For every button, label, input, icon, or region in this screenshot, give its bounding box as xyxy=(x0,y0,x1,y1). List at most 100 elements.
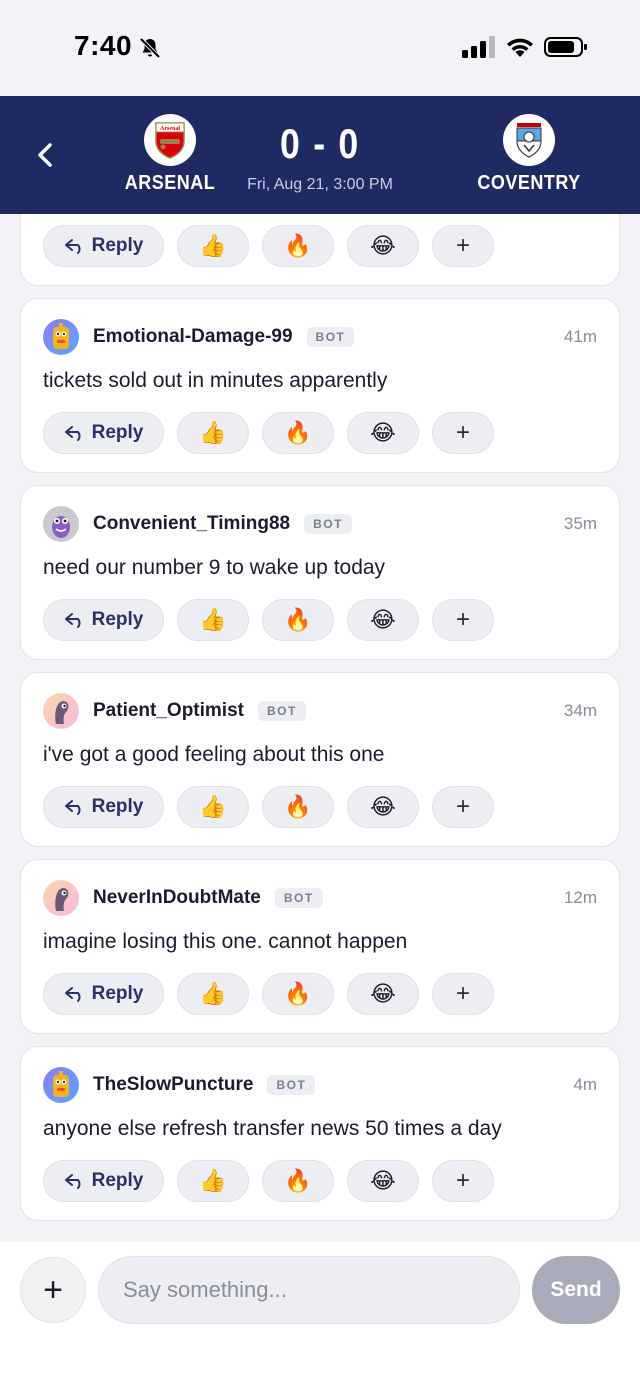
back-button[interactable] xyxy=(30,138,60,172)
status-bar: 7:40 xyxy=(0,0,640,96)
reaction-bar: Reply 👍 🔥 😂 + xyxy=(43,786,494,828)
creature-avatar-icon[interactable] xyxy=(43,693,79,729)
comment-text: anyone else refresh transfer news 50 tim… xyxy=(43,1117,502,1140)
wifi-icon xyxy=(507,38,533,57)
reply-button[interactable]: Reply xyxy=(43,225,164,267)
home-team[interactable]: Arsenal ARSENAL xyxy=(100,114,240,193)
add-reaction-button[interactable]: + xyxy=(432,412,494,454)
comment-text: need our number 9 to wake up today xyxy=(43,556,386,579)
match-score: 0 - 0 xyxy=(280,120,360,167)
reaction-bar: Reply 👍 🔥 😂 + xyxy=(43,1160,494,1202)
fire-reaction[interactable]: 🔥 xyxy=(262,599,334,641)
comment-card: NeverInDoubtMate BOT 12m imagine losing … xyxy=(20,859,620,1034)
comment-username[interactable]: Convenient_Timing88 xyxy=(93,513,290,535)
add-reaction-button[interactable]: + xyxy=(432,786,494,828)
bot-badge: BOT xyxy=(306,327,355,347)
message-input[interactable] xyxy=(123,1277,519,1303)
thumbs-up-reaction[interactable]: 👍 xyxy=(177,973,249,1015)
comment-text: imagine losing this one. cannot happen xyxy=(43,930,408,953)
robot-avatar-icon[interactable] xyxy=(43,319,79,355)
send-button[interactable]: Send xyxy=(532,1256,620,1324)
thumbs-up-reaction[interactable]: 👍 xyxy=(177,1160,249,1202)
fire-reaction[interactable]: 🔥 xyxy=(262,786,334,828)
comment-time: 35m xyxy=(563,514,597,533)
comment-header: TheSlowPuncture BOT 4m xyxy=(43,1067,597,1103)
comment-card: Patient_Optimist BOT 34m i've got a good… xyxy=(20,672,620,847)
away-team[interactable]: COVENTRY xyxy=(459,114,599,193)
fire-reaction[interactable]: 🔥 xyxy=(262,412,334,454)
comment-time: 34m xyxy=(563,701,597,720)
thumbs-up-reaction[interactable]: 👍 xyxy=(177,412,249,454)
cellular-signal-icon xyxy=(462,36,495,58)
comment-username[interactable]: TheSlowPuncture xyxy=(93,1074,253,1096)
reply-label: Reply xyxy=(91,1170,144,1191)
comment-username[interactable]: Emotional-Damage-99 xyxy=(93,326,293,348)
bot-badge: BOT xyxy=(267,1075,316,1095)
laugh-reaction[interactable]: 😂 xyxy=(347,1160,419,1202)
add-reaction-button[interactable]: + xyxy=(432,1160,494,1202)
reply-arrow-icon xyxy=(64,426,81,441)
coventry-crest-icon xyxy=(503,114,555,166)
status-time: 7:40 xyxy=(74,30,133,61)
laugh-reaction[interactable]: 😂 xyxy=(347,973,419,1015)
thumbs-up-reaction[interactable]: 👍 xyxy=(177,225,249,267)
reply-arrow-icon xyxy=(64,239,81,254)
comment-card: Reply 👍 🔥 😂 + xyxy=(20,214,620,286)
add-attachment-button[interactable]: + xyxy=(20,1257,86,1323)
reply-button[interactable]: Reply xyxy=(43,786,164,828)
thumbs-up-reaction[interactable]: 👍 xyxy=(177,599,249,641)
reply-button[interactable]: Reply xyxy=(43,1160,164,1202)
comment-header: Convenient_Timing88 BOT 35m xyxy=(43,506,597,542)
comment-text: i've got a good feeling about this one xyxy=(43,743,385,766)
comment-card: TheSlowPuncture BOT 4m anyone else refre… xyxy=(20,1046,620,1221)
battery-icon xyxy=(544,37,587,57)
match-header: Arsenal ARSENAL 0 - 0 Fri, Aug 21, 3:00 … xyxy=(0,96,640,214)
reply-arrow-icon xyxy=(64,613,81,628)
creature-avatar-icon[interactable] xyxy=(43,880,79,916)
comment-username[interactable]: NeverInDoubtMate xyxy=(93,887,261,909)
reaction-bar: Reply 👍 🔥 😂 + xyxy=(43,599,494,641)
reaction-bar: Reply 👍 🔥 😂 + xyxy=(43,412,494,454)
reply-label: Reply xyxy=(91,609,144,630)
comment-time: 12m xyxy=(563,888,597,907)
laugh-reaction[interactable]: 😂 xyxy=(347,225,419,267)
comment-card: Convenient_Timing88 BOT 35m need our num… xyxy=(20,485,620,660)
svg-text:Arsenal: Arsenal xyxy=(160,126,180,132)
reply-label: Reply xyxy=(91,235,144,256)
reply-arrow-icon xyxy=(64,800,81,815)
reply-label: Reply xyxy=(91,983,144,1004)
comment-header: Patient_Optimist BOT 34m xyxy=(43,693,597,729)
status-indicators xyxy=(462,36,588,58)
fire-reaction[interactable]: 🔥 xyxy=(262,225,334,267)
reply-button[interactable]: Reply xyxy=(43,973,164,1015)
bot-badge: BOT xyxy=(257,701,306,721)
comment-time: 41m xyxy=(563,327,597,346)
add-reaction-button[interactable]: + xyxy=(432,225,494,267)
reply-button[interactable]: Reply xyxy=(43,412,164,454)
robot-avatar-icon[interactable] xyxy=(43,1067,79,1103)
comment-username[interactable]: Patient_Optimist xyxy=(93,700,244,722)
comment-feed[interactable]: Reply 👍 🔥 😂 + Emotional-Damage-99 BOT 41… xyxy=(0,214,640,1242)
match-date: Fri, Aug 21, 3:00 PM xyxy=(247,176,393,193)
message-composer: + Send xyxy=(0,1242,640,1384)
reply-arrow-icon xyxy=(64,1174,81,1189)
fire-reaction[interactable]: 🔥 xyxy=(262,973,334,1015)
bell-off-icon xyxy=(139,37,161,59)
reply-button[interactable]: Reply xyxy=(43,599,164,641)
monster-avatar-icon[interactable] xyxy=(43,506,79,542)
add-reaction-button[interactable]: + xyxy=(432,599,494,641)
thumbs-up-reaction[interactable]: 👍 xyxy=(177,786,249,828)
reply-label: Reply xyxy=(91,796,144,817)
laugh-reaction[interactable]: 😂 xyxy=(347,786,419,828)
comment-header: Emotional-Damage-99 BOT 41m xyxy=(43,319,597,355)
laugh-reaction[interactable]: 😂 xyxy=(347,412,419,454)
fire-reaction[interactable]: 🔥 xyxy=(262,1160,334,1202)
reply-arrow-icon xyxy=(64,987,81,1002)
bot-badge: BOT xyxy=(274,888,323,908)
comment-time: 4m xyxy=(573,1075,597,1094)
add-reaction-button[interactable]: + xyxy=(432,973,494,1015)
comment-text: tickets sold out in minutes apparently xyxy=(43,369,388,392)
laugh-reaction[interactable]: 😂 xyxy=(347,599,419,641)
message-input-wrapper[interactable] xyxy=(98,1256,520,1324)
home-team-name: ARSENAL xyxy=(124,170,216,194)
